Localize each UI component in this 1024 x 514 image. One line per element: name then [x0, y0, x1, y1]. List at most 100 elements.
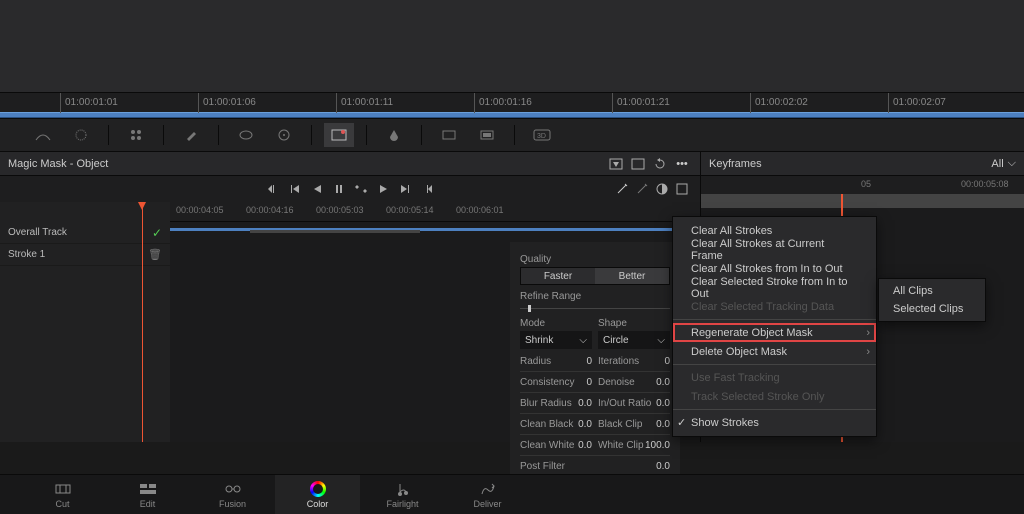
page-tabs: Cut Edit Fusion Color Fairlight Deliver — [0, 474, 1024, 514]
kf-tick: 00:00:05:08 — [961, 179, 1009, 189]
trash-icon[interactable]: 🗑 — [148, 248, 162, 261]
check-icon: ✓ — [677, 416, 686, 429]
tab-edit[interactable]: Edit — [105, 475, 190, 514]
menu-clear-selected-in-out[interactable]: Clear Selected Stroke from In to Out — [673, 278, 876, 297]
mode-select[interactable]: Shrink⌵ — [520, 331, 592, 349]
denoise-field[interactable]: Denoise0.0 — [598, 374, 670, 390]
track-out-icon[interactable] — [419, 181, 435, 197]
ruler-tick: 01:00:01:21 — [612, 93, 670, 113]
chevron-right-icon: › — [866, 346, 870, 358]
tab-fusion[interactable]: Fusion — [190, 475, 275, 514]
shape-label: Shape — [598, 318, 670, 329]
divider — [108, 125, 109, 145]
menu-regenerate-object-mask[interactable]: Regenerate Object Mask› — [673, 323, 876, 342]
qualifier-icon[interactable] — [121, 123, 151, 147]
play-reverse-icon[interactable] — [309, 181, 325, 197]
kf-tick: 05 — [861, 179, 871, 189]
black-clip-field[interactable]: Black Clip0.0 — [598, 416, 670, 432]
key-icon[interactable] — [434, 123, 464, 147]
submenu-all-clips[interactable]: All Clips — [879, 282, 985, 300]
svg-text:3D: 3D — [537, 133, 546, 140]
playhead[interactable] — [142, 202, 143, 442]
options-menu-icon[interactable]: ••• — [672, 154, 692, 174]
refine-slider[interactable] — [520, 304, 670, 314]
tracker-icon[interactable] — [269, 123, 299, 147]
overall-track-row[interactable]: Overall Track ✓ — [0, 222, 170, 244]
mask-view-icon[interactable] — [628, 154, 648, 174]
chevron-down-icon: ⌵ — [579, 335, 587, 346]
color-tool-row: 3D — [0, 118, 1024, 152]
mode-label: Mode — [520, 318, 592, 329]
menu-clear-tracking-data: Clear Selected Tracking Data — [673, 297, 876, 316]
menu-show-strokes[interactable]: ✓Show Strokes — [673, 413, 876, 432]
reset-icon[interactable] — [650, 154, 670, 174]
submenu-selected-clips[interactable]: Selected Clips — [879, 300, 985, 318]
divider — [311, 125, 312, 145]
sizing-icon[interactable] — [472, 123, 502, 147]
ruler-tick: 01:00:02:02 — [750, 93, 808, 113]
clean-black-field[interactable]: Clean Black0.0 — [520, 416, 592, 432]
clean-white-field[interactable]: Clean White0.0 — [520, 437, 592, 453]
ruler-tick: 01:00:01:11 — [336, 93, 393, 113]
fairlight-icon — [396, 480, 410, 498]
step-back-icon[interactable] — [287, 181, 303, 197]
radius-field[interactable]: Radius0 — [520, 353, 592, 369]
tc-label: 00:00:05:14 — [386, 205, 434, 215]
window-icon[interactable] — [231, 123, 261, 147]
play-icon[interactable] — [375, 181, 391, 197]
deliver-icon — [480, 480, 496, 498]
menu-delete-object-mask[interactable]: Delete Object Mask› — [673, 342, 876, 361]
quality-faster-button[interactable]: Faster — [521, 268, 595, 284]
wand-positive-icon[interactable] — [614, 181, 630, 197]
magic-mask-icon[interactable] — [324, 123, 354, 147]
divider — [366, 125, 367, 145]
invert-icon[interactable] — [654, 181, 670, 197]
menu-separator — [673, 409, 876, 410]
both-directions-icon[interactable] — [353, 181, 369, 197]
post-filter-field[interactable]: Post Filter — [520, 458, 592, 474]
all-dropdown[interactable]: All⌵ — [991, 157, 1016, 170]
post-filter-value[interactable]: 0.0 — [598, 458, 670, 474]
step-forward-icon[interactable] — [397, 181, 413, 197]
overlay-toggle-icon[interactable] — [606, 154, 626, 174]
inout-ratio-field[interactable]: In/Out Ratio0.0 — [598, 395, 670, 411]
color-warper-icon[interactable] — [66, 123, 96, 147]
panel-title: Magic Mask - Object — [8, 158, 108, 170]
consistency-field[interactable]: Consistency0 — [520, 374, 592, 390]
3d-icon[interactable]: 3D — [527, 123, 557, 147]
wand-negative-icon[interactable] — [634, 181, 650, 197]
eyedropper-icon[interactable] — [176, 123, 206, 147]
menu-separator — [673, 364, 876, 365]
stroke-row[interactable]: Stroke 1 🗑 — [0, 244, 170, 266]
blur-radius-field[interactable]: Blur Radius0.0 — [520, 395, 592, 411]
curves-icon[interactable] — [28, 123, 58, 147]
quality-better-button[interactable]: Better — [595, 268, 669, 284]
divider — [421, 125, 422, 145]
timeline-ruler[interactable]: 01:00:01:01 01:00:01:06 01:00:01:11 01:0… — [0, 92, 1024, 112]
track-in-icon[interactable] — [265, 181, 281, 197]
white-clip-field[interactable]: White Clip100.0 — [598, 437, 670, 453]
pause-icon[interactable] — [331, 181, 347, 197]
tab-fairlight[interactable]: Fairlight — [360, 475, 445, 514]
overlay-mode-icon[interactable] — [674, 181, 690, 197]
blur-icon[interactable] — [379, 123, 409, 147]
chevron-down-icon: ⌵ — [1008, 157, 1016, 170]
tracks-list: Overall Track ✓ Stroke 1 🗑 — [0, 202, 170, 442]
kf-ruler[interactable]: 05 00:00:05:08 — [701, 176, 1024, 194]
check-icon: ✓ — [152, 226, 162, 240]
mask-properties: Quality Faster Better Refine Range Mode … — [510, 242, 680, 480]
tab-cut[interactable]: Cut — [20, 475, 105, 514]
tab-deliver[interactable]: Deliver — [445, 475, 530, 514]
ruler-tick: 01:00:01:16 — [474, 93, 532, 113]
transport-scrubber[interactable] — [250, 230, 420, 233]
shape-select[interactable]: Circle⌵ — [598, 331, 670, 349]
divider — [218, 125, 219, 145]
refine-label: Refine Range — [520, 291, 670, 302]
tab-color[interactable]: Color — [275, 475, 360, 514]
track-label: Overall Track — [8, 227, 67, 238]
menu-clear-current-frame[interactable]: Clear All Strokes at Current Frame — [673, 240, 876, 259]
iterations-field[interactable]: Iterations0 — [598, 353, 670, 369]
tc-label: 00:00:06:01 — [456, 205, 504, 215]
stroke-label: Stroke 1 — [8, 249, 45, 260]
transport-bar — [0, 176, 700, 202]
